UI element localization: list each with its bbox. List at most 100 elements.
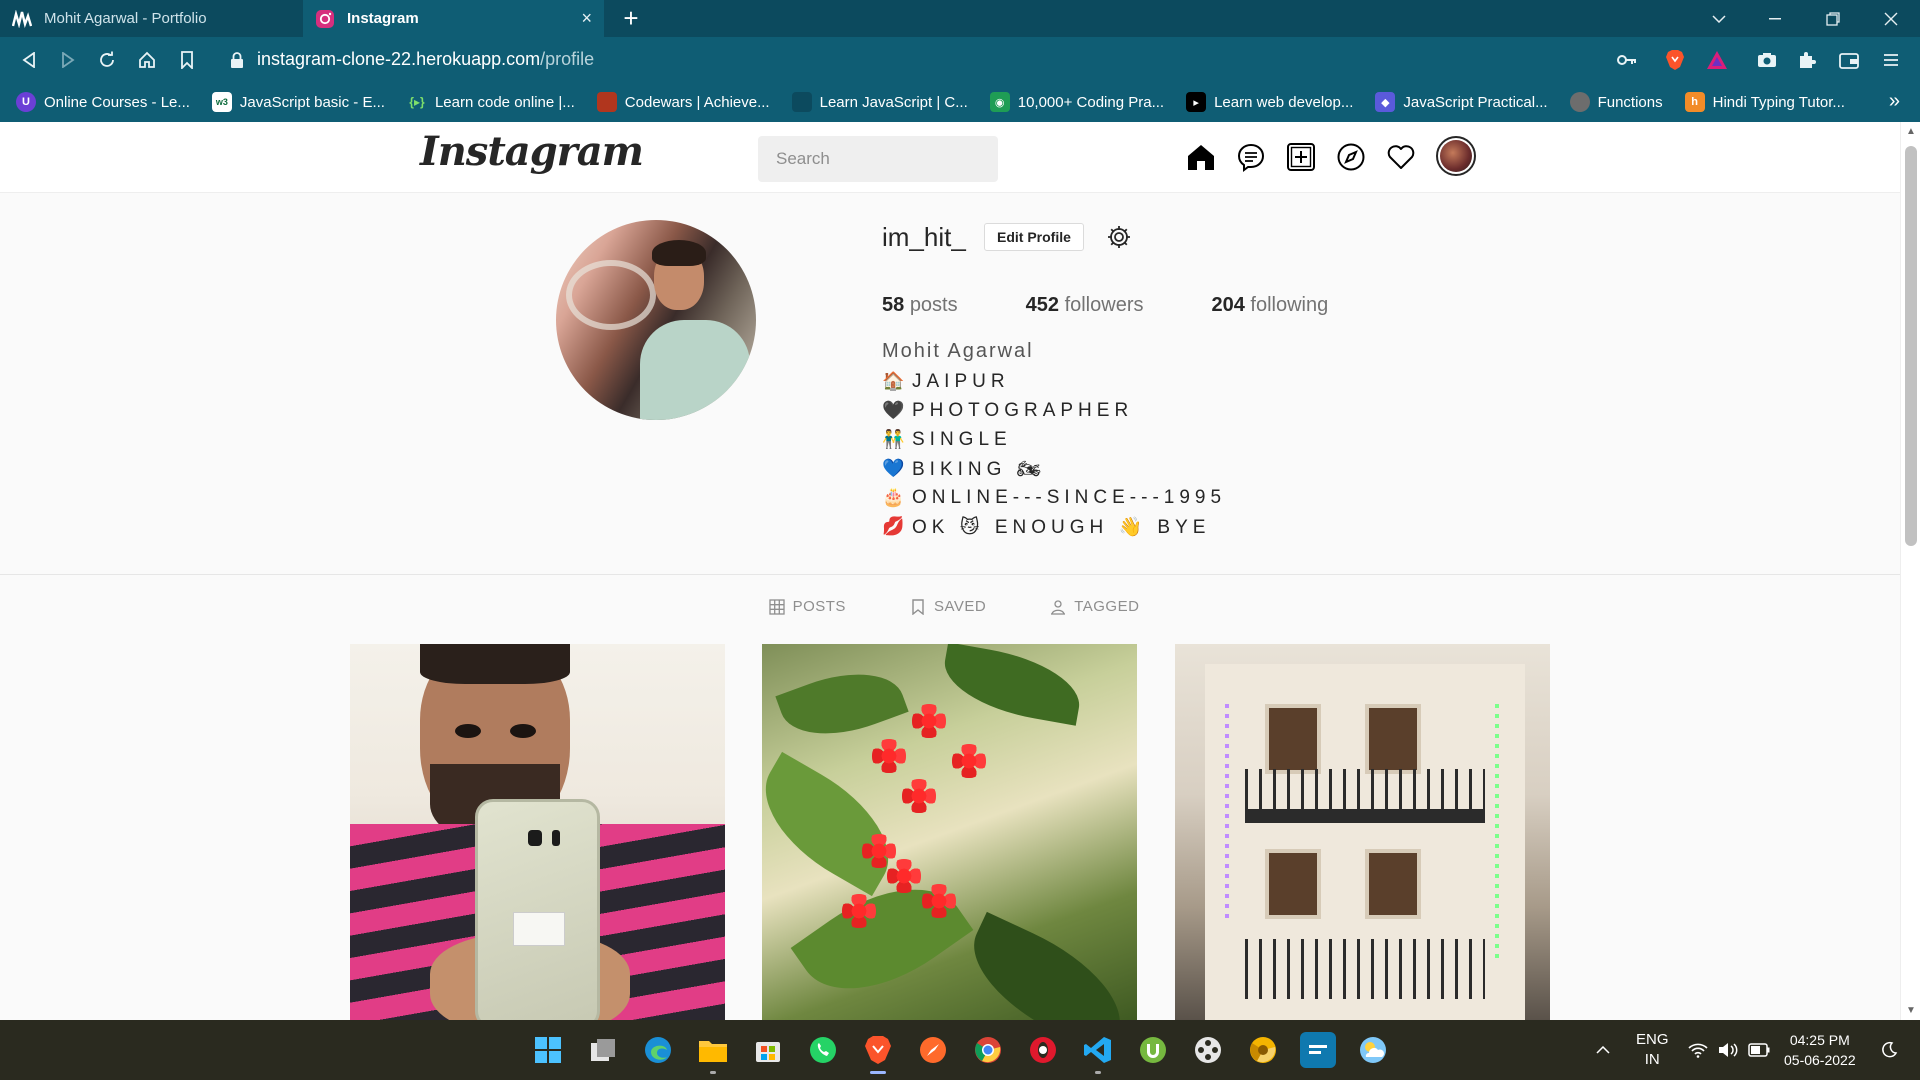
menu-icon[interactable] — [1876, 45, 1906, 75]
media-player-icon[interactable] — [1190, 1032, 1226, 1068]
task-view-icon[interactable] — [585, 1032, 621, 1068]
bookmark-label: JavaScript basic - E... — [239, 93, 385, 111]
back-icon[interactable] — [14, 45, 44, 75]
battery-icon[interactable] — [1748, 1020, 1770, 1080]
post-thumbnail[interactable] — [762, 644, 1137, 1020]
forward-icon[interactable] — [53, 45, 83, 75]
photo-railing-shape — [1245, 939, 1485, 999]
opera-icon[interactable] — [1025, 1032, 1061, 1068]
bookmark-icon — [912, 598, 924, 615]
photo-eye-shape — [455, 724, 481, 738]
bookmark-item[interactable]: Codewars | Achieve... — [596, 92, 770, 112]
freecodecamp-icon: ▸ — [1186, 92, 1207, 112]
new-tab-button[interactable]: + — [617, 4, 645, 32]
vscode-icon[interactable] — [1080, 1032, 1116, 1074]
wallet-icon[interactable] — [1834, 45, 1864, 75]
photo-flower-shape — [902, 779, 936, 813]
hair-shape — [652, 240, 706, 266]
post-thumbnail[interactable] — [1175, 644, 1550, 1020]
minimize-button[interactable] — [1752, 0, 1798, 37]
explore-compass-icon[interactable] — [1334, 140, 1368, 174]
tab-saved[interactable]: SAVED — [910, 598, 986, 615]
stat-following[interactable]: 204 following — [1211, 294, 1328, 317]
tab-tagged[interactable]: TAGGED — [1050, 598, 1139, 615]
brave-rewards-icon[interactable] — [1702, 45, 1732, 75]
prime-video-icon[interactable] — [1300, 1032, 1336, 1068]
brave-browser-icon[interactable] — [860, 1032, 896, 1074]
profile-full-name: Mohit Agarwal — [882, 340, 1034, 362]
couple-emoji-icon: 👬 — [882, 429, 905, 449]
photo-window-shape — [1365, 704, 1421, 774]
bookmark-item[interactable]: Functions — [1569, 92, 1663, 112]
instagram-logo[interactable]: Instagram — [420, 128, 644, 175]
file-explorer-icon[interactable] — [695, 1032, 731, 1074]
weather-app-icon[interactable] — [1355, 1032, 1391, 1068]
photo-railing-shape — [1245, 769, 1485, 809]
stat-followers[interactable]: 452 followers — [1026, 294, 1144, 317]
globe-icon — [1569, 92, 1590, 112]
utorrent-icon[interactable] — [1135, 1032, 1171, 1068]
more-bookmarks-icon[interactable]: » — [1889, 90, 1900, 113]
home-icon[interactable] — [1184, 140, 1218, 174]
notification-moon-icon[interactable] — [1880, 1020, 1898, 1080]
bookmark-item[interactable]: U Online Courses - Le... — [16, 92, 190, 112]
reload-icon[interactable] — [92, 45, 122, 75]
settings-gear-icon[interactable] — [1106, 224, 1132, 250]
bookmark-item[interactable]: {▸} Learn code online |... — [407, 92, 575, 112]
post-thumbnail[interactable] — [350, 644, 725, 1020]
chrome-canary-icon[interactable] — [1245, 1032, 1281, 1068]
microsoft-store-icon[interactable] — [750, 1032, 786, 1068]
bookmark-item[interactable]: Learn JavaScript | C... — [791, 92, 968, 112]
wifi-icon[interactable] — [1688, 1020, 1708, 1080]
close-window-button[interactable] — [1868, 0, 1914, 37]
heart-icon[interactable] — [1384, 140, 1418, 174]
volume-icon[interactable] — [1718, 1020, 1738, 1080]
bio-line: 👬 SINGLE — [882, 425, 1226, 454]
bookmark-item[interactable]: w3 JavaScript basic - E... — [211, 92, 385, 112]
address-bar[interactable]: instagram-clone-22.herokuapp.com/profile — [218, 43, 1648, 76]
bookmark-page-icon[interactable] — [172, 45, 202, 75]
compass-app-icon[interactable] — [915, 1032, 951, 1068]
new-post-icon[interactable] — [1284, 140, 1318, 174]
language-indicator[interactable]: ENG IN — [1636, 1020, 1669, 1080]
whatsapp-icon[interactable] — [805, 1032, 841, 1068]
stat-posts[interactable]: 58 posts — [882, 294, 958, 317]
profile-avatar[interactable] — [1436, 136, 1476, 176]
scroll-up-arrow-icon[interactable]: ▲ — [1906, 126, 1916, 137]
bio-line: 🖤 PHOTOGRAPHER — [882, 396, 1226, 425]
tag-person-icon — [1051, 599, 1066, 615]
tab-posts[interactable]: POSTS — [768, 598, 846, 615]
bookmark-item[interactable]: ◉ 10,000+ Coding Pra... — [989, 92, 1164, 112]
tab-label: TAGGED — [1074, 598, 1140, 615]
clock[interactable]: 04:25 PM 05-06-2022 — [1784, 1020, 1856, 1080]
messenger-icon[interactable] — [1234, 140, 1268, 174]
extensions-icon[interactable] — [1792, 45, 1822, 75]
restore-button[interactable] — [1810, 0, 1856, 37]
instagram-page: Instagram im_hit_ Edit Profile — [0, 122, 1900, 1020]
profile-picture[interactable] — [556, 220, 756, 420]
lips-emoji-icon: 💋 — [882, 516, 905, 536]
bookmark-label: Functions — [1597, 93, 1663, 111]
camera-icon[interactable] — [1752, 45, 1782, 75]
tab-portfolio[interactable]: Mohit Agarwal - Portfolio — [0, 0, 303, 37]
windows-start-icon[interactable] — [530, 1032, 566, 1068]
show-hidden-icons-icon[interactable] — [1596, 1020, 1610, 1080]
bookmark-item[interactable]: ▸ Learn web develop... — [1186, 92, 1353, 112]
bookmark-item[interactable]: ◆ JavaScript Practical... — [1375, 92, 1548, 112]
key-icon[interactable] — [1612, 45, 1642, 75]
tab-search-chevron-icon[interactable] — [1696, 0, 1742, 37]
scrollbar-thumb[interactable] — [1905, 146, 1917, 546]
tab-instagram[interactable]: Instagram × — [303, 0, 604, 37]
search-input[interactable] — [758, 136, 998, 182]
scroll-down-arrow-icon[interactable]: ▼ — [1906, 1005, 1916, 1016]
chrome-icon[interactable] — [970, 1032, 1006, 1068]
photo-hair-shape — [420, 644, 570, 684]
close-tab-icon[interactable]: × — [581, 8, 592, 29]
brave-shield-icon[interactable] — [1660, 45, 1690, 75]
bookmark-item[interactable]: h Hindi Typing Tutor... — [1684, 92, 1845, 112]
edit-profile-button[interactable]: Edit Profile — [984, 223, 1084, 251]
edge-browser-icon[interactable] — [640, 1032, 676, 1068]
home-icon[interactable] — [132, 45, 162, 75]
page-scrollbar[interactable]: ▲ ▼ — [1900, 122, 1920, 1020]
photo-flower-shape — [922, 884, 956, 918]
